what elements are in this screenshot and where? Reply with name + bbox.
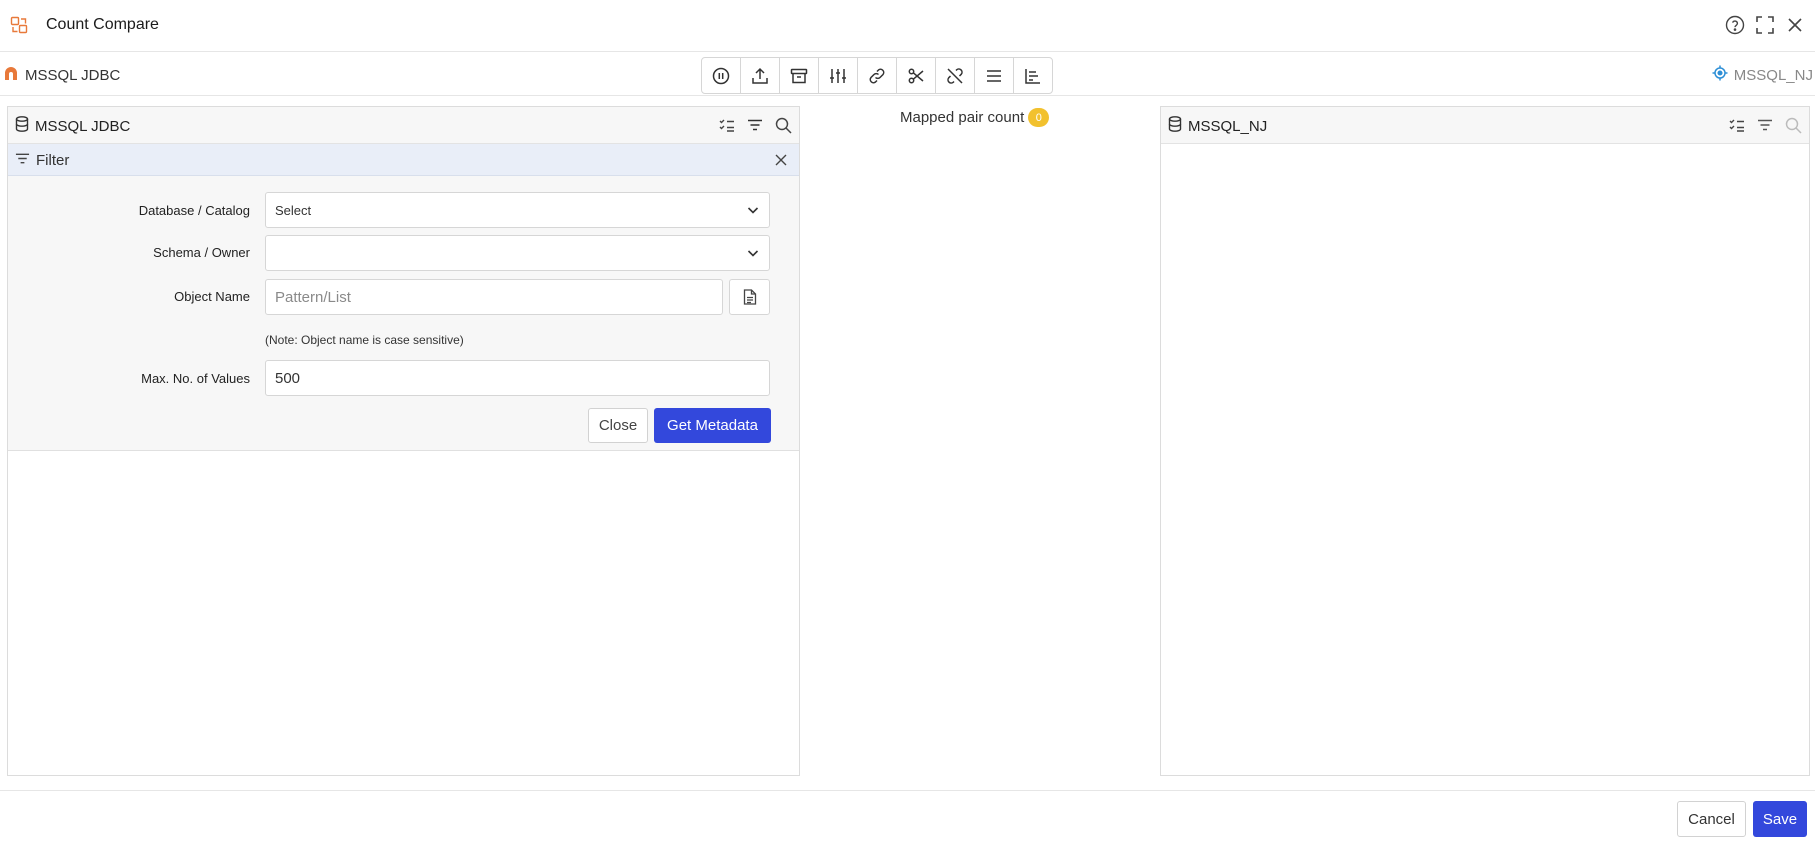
database-catalog-value: Select bbox=[275, 203, 312, 218]
max-values-label: Max. No. of Values bbox=[141, 371, 250, 386]
schema-owner-select[interactable] bbox=[265, 235, 770, 271]
document-icon bbox=[743, 289, 756, 305]
source-left-label: MSSQL JDBC bbox=[25, 66, 121, 84]
database-icon bbox=[15, 116, 29, 136]
database-icon bbox=[1168, 116, 1182, 136]
target-icon bbox=[1712, 65, 1728, 85]
app-logo-icon bbox=[10, 16, 28, 34]
get-metadata-button[interactable]: Get Metadata bbox=[654, 408, 771, 443]
upload-icon bbox=[752, 67, 768, 84]
cancel-button[interactable]: Cancel bbox=[1677, 801, 1746, 837]
filter-title: Filter bbox=[15, 151, 69, 170]
filter-lines-icon bbox=[15, 151, 30, 170]
left-panel-header: MSSQL JDBC bbox=[8, 107, 799, 144]
list-icon bbox=[987, 69, 1001, 82]
scissors-icon bbox=[908, 68, 924, 83]
left-panel-tools bbox=[717, 115, 793, 135]
mapped-pair-label: Mapped pair count bbox=[900, 109, 1025, 126]
filter-icon[interactable] bbox=[1755, 115, 1775, 135]
search-icon[interactable] bbox=[1783, 115, 1803, 135]
link-button[interactable] bbox=[857, 57, 897, 94]
object-name-note: (Note: Object name is case sensitive) bbox=[265, 333, 464, 347]
maximize-icon[interactable] bbox=[1754, 14, 1776, 36]
archive-button[interactable] bbox=[779, 57, 819, 94]
footer: Cancel Save bbox=[0, 790, 1815, 845]
source-right: MSSQL_NJ bbox=[1712, 65, 1813, 85]
database-catalog-select[interactable]: Select bbox=[265, 192, 770, 228]
pause-button[interactable] bbox=[701, 57, 741, 94]
right-panel: MSSQL_NJ bbox=[1160, 106, 1810, 776]
toolbar-row: MSSQL JDBC MSSQL_NJ bbox=[0, 53, 1815, 96]
left-panel-title-text: MSSQL JDBC bbox=[35, 117, 131, 135]
filter-title-text: Filter bbox=[36, 152, 70, 169]
help-icon[interactable] bbox=[1724, 14, 1746, 36]
source-right-label: MSSQL_NJ bbox=[1733, 66, 1813, 84]
pause-icon bbox=[712, 67, 730, 84]
action-toolbar bbox=[701, 57, 1053, 94]
right-panel-tools bbox=[1727, 115, 1803, 135]
checklist-icon[interactable] bbox=[717, 115, 737, 135]
list-button[interactable] bbox=[974, 57, 1014, 94]
mapped-pair-count: Mapped pair count 0 bbox=[900, 108, 1050, 127]
unlink-button[interactable] bbox=[935, 57, 975, 94]
object-list-button[interactable] bbox=[729, 279, 770, 315]
sliders-icon bbox=[830, 68, 846, 83]
adjust-button[interactable] bbox=[818, 57, 858, 94]
filter-close-icon[interactable] bbox=[771, 150, 791, 170]
cut-button[interactable] bbox=[896, 57, 936, 94]
max-values-input[interactable]: 500 bbox=[265, 360, 770, 396]
window-title: Count Compare bbox=[46, 16, 159, 33]
schema-owner-label: Schema / Owner bbox=[153, 245, 250, 260]
filter-form: Database / Catalog Select Schema / Owner… bbox=[8, 176, 799, 451]
chart-button[interactable] bbox=[1013, 57, 1053, 94]
search-icon[interactable] bbox=[773, 115, 793, 135]
right-panel-title-text: MSSQL_NJ bbox=[1188, 117, 1268, 135]
source-left: MSSQL JDBC bbox=[3, 65, 120, 85]
filter-icon[interactable] bbox=[745, 115, 765, 135]
mapped-count-badge: 0 bbox=[1028, 108, 1050, 127]
chevron-down-icon bbox=[747, 247, 759, 262]
chart-icon bbox=[1025, 68, 1040, 84]
database-catalog-label: Database / Catalog bbox=[138, 203, 250, 218]
unlink-icon bbox=[947, 67, 963, 84]
left-panel: MSSQL JDBC Filter Database / Catalog Sel… bbox=[7, 106, 800, 776]
right-panel-header: MSSQL_NJ bbox=[1161, 107, 1809, 144]
chevron-down-icon bbox=[747, 204, 759, 219]
close-icon[interactable] bbox=[1784, 14, 1806, 36]
object-name-input[interactable]: Pattern/List bbox=[265, 279, 723, 315]
close-button[interactable]: Close bbox=[588, 408, 648, 443]
upload-button[interactable] bbox=[740, 57, 780, 94]
right-panel-title: MSSQL_NJ bbox=[1168, 116, 1267, 136]
filter-header: Filter bbox=[8, 144, 799, 176]
checklist-icon[interactable] bbox=[1727, 115, 1747, 135]
archive-icon bbox=[790, 68, 808, 83]
title-bar: Count Compare bbox=[0, 0, 1815, 52]
source-db-icon bbox=[3, 65, 19, 85]
left-panel-title: MSSQL JDBC bbox=[15, 116, 130, 136]
link-icon bbox=[869, 68, 885, 83]
object-name-label: Object Name bbox=[174, 289, 250, 304]
save-button[interactable]: Save bbox=[1753, 801, 1807, 837]
